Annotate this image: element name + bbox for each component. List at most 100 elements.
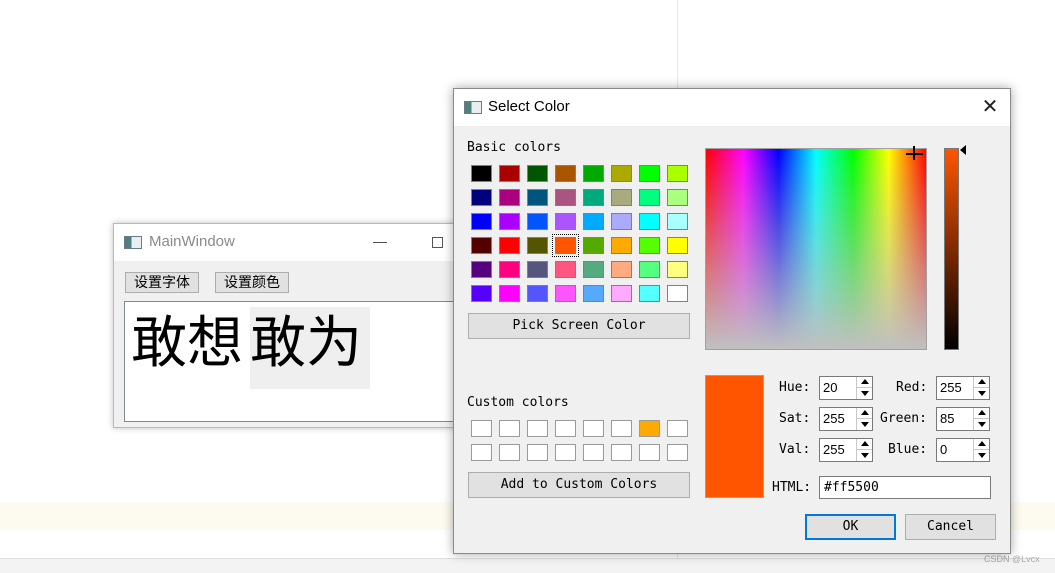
basic-color-swatch[interactable] (471, 165, 492, 182)
basic-color-swatch[interactable] (471, 261, 492, 278)
basic-color-swatch[interactable] (471, 237, 492, 254)
basic-color-swatch[interactable] (639, 213, 660, 230)
basic-color-swatch[interactable] (527, 261, 548, 278)
basic-color-swatch[interactable] (639, 189, 660, 206)
custom-color-swatch[interactable] (499, 420, 520, 437)
custom-color-swatch[interactable] (555, 444, 576, 461)
basic-color-swatch[interactable] (499, 165, 520, 182)
basic-color-swatch[interactable] (611, 285, 632, 302)
basic-color-swatch[interactable] (555, 285, 576, 302)
basic-color-swatch[interactable] (527, 237, 548, 254)
spin-down-icon[interactable] (978, 422, 986, 427)
basic-color-swatch[interactable] (583, 189, 604, 206)
spin-down-icon[interactable] (861, 422, 869, 427)
hue-saturation-picker[interactable] (705, 146, 927, 350)
basic-color-swatch[interactable] (499, 285, 520, 302)
add-to-custom-colors-button[interactable]: Add to Custom Colors (468, 472, 690, 498)
basic-color-swatch[interactable] (471, 285, 492, 302)
spin-up-icon[interactable] (861, 379, 869, 384)
green-spinbox[interactable]: 85 (936, 407, 990, 431)
minimize-icon[interactable]: — (372, 232, 388, 250)
main-window-titlebar[interactable]: MainWindow — (114, 224, 462, 261)
basic-color-swatch[interactable] (611, 213, 632, 230)
basic-color-swatch[interactable] (639, 285, 660, 302)
basic-color-swatch[interactable] (555, 261, 576, 278)
basic-color-swatch[interactable] (611, 189, 632, 206)
val-spinbox[interactable]: 255 (819, 438, 873, 462)
basic-color-swatch[interactable] (499, 237, 520, 254)
basic-color-swatch[interactable] (527, 213, 548, 230)
basic-color-swatch[interactable] (667, 189, 688, 206)
val-label: Val: (779, 442, 811, 457)
basic-color-swatch[interactable] (667, 237, 688, 254)
custom-color-swatch[interactable] (527, 420, 548, 437)
basic-color-swatch[interactable] (499, 213, 520, 230)
basic-color-swatch[interactable] (583, 285, 604, 302)
basic-color-swatch[interactable] (527, 189, 548, 206)
custom-color-swatch[interactable] (555, 420, 576, 437)
spin-down-icon[interactable] (861, 391, 869, 396)
spin-up-icon[interactable] (978, 379, 986, 384)
set-font-button[interactable]: 设置字体 (125, 272, 199, 293)
custom-color-swatch[interactable] (583, 420, 604, 437)
custom-color-swatch[interactable] (667, 420, 688, 437)
hue-spinbox[interactable]: 20 (819, 376, 873, 400)
set-color-button[interactable]: 设置颜色 (215, 272, 289, 293)
basic-color-swatch[interactable] (499, 189, 520, 206)
basic-color-swatch[interactable] (583, 213, 604, 230)
custom-color-swatch[interactable] (471, 444, 492, 461)
basic-color-swatch[interactable] (639, 237, 660, 254)
custom-color-swatch[interactable] (639, 444, 660, 461)
spin-up-icon[interactable] (861, 410, 869, 415)
custom-color-swatch[interactable] (471, 420, 492, 437)
basic-color-swatch[interactable] (667, 285, 688, 302)
basic-color-swatch[interactable] (639, 165, 660, 182)
basic-color-swatch[interactable] (639, 261, 660, 278)
spin-down-icon[interactable] (978, 391, 986, 396)
picker-crosshair (913, 146, 915, 160)
spin-up-icon[interactable] (978, 410, 986, 415)
basic-color-swatch[interactable] (552, 234, 579, 257)
custom-color-swatch[interactable] (611, 420, 632, 437)
basic-color-swatch[interactable] (555, 189, 576, 206)
value-slider[interactable] (944, 148, 959, 350)
basic-color-swatch[interactable] (583, 261, 604, 278)
spin-up-icon[interactable] (861, 441, 869, 446)
red-spinbox[interactable]: 255 (936, 376, 990, 400)
custom-color-swatch[interactable] (583, 444, 604, 461)
basic-color-swatch[interactable] (471, 213, 492, 230)
maximize-icon[interactable] (432, 237, 443, 248)
basic-color-swatch[interactable] (499, 261, 520, 278)
spin-up-icon[interactable] (978, 441, 986, 446)
sat-spinbox[interactable]: 255 (819, 407, 873, 431)
basic-color-swatch[interactable] (583, 237, 604, 254)
close-icon[interactable]: ✕ (979, 95, 1001, 119)
basic-color-swatch[interactable] (611, 165, 632, 182)
custom-color-swatch[interactable] (611, 444, 632, 461)
spin-down-icon[interactable] (861, 453, 869, 458)
pick-screen-color-button[interactable]: Pick Screen Color (468, 313, 690, 339)
value-slider-arrow-icon[interactable] (960, 145, 966, 155)
custom-color-swatch[interactable] (639, 420, 660, 437)
text-edit[interactable]: 敢想 敢为 (124, 301, 464, 422)
basic-color-swatch[interactable] (667, 165, 688, 182)
html-color-input[interactable]: #ff5500 (819, 476, 991, 499)
basic-color-swatch[interactable] (555, 165, 576, 182)
custom-color-swatch[interactable] (527, 444, 548, 461)
basic-color-swatch[interactable] (527, 285, 548, 302)
blue-spinbox[interactable]: 0 (936, 438, 990, 462)
basic-color-swatch[interactable] (611, 237, 632, 254)
basic-color-swatch[interactable] (471, 189, 492, 206)
basic-color-swatch[interactable] (667, 213, 688, 230)
custom-color-swatch[interactable] (667, 444, 688, 461)
basic-color-swatch[interactable] (527, 165, 548, 182)
basic-color-swatch[interactable] (667, 261, 688, 278)
basic-color-swatch[interactable] (583, 165, 604, 182)
basic-color-swatch[interactable] (555, 213, 576, 230)
ok-button[interactable]: OK (805, 514, 896, 540)
basic-color-swatch[interactable] (611, 261, 632, 278)
spin-down-icon[interactable] (978, 453, 986, 458)
cancel-button[interactable]: Cancel (905, 514, 996, 540)
custom-color-swatch[interactable] (499, 444, 520, 461)
dialog-titlebar[interactable]: Select Color ✕ (454, 89, 1010, 126)
